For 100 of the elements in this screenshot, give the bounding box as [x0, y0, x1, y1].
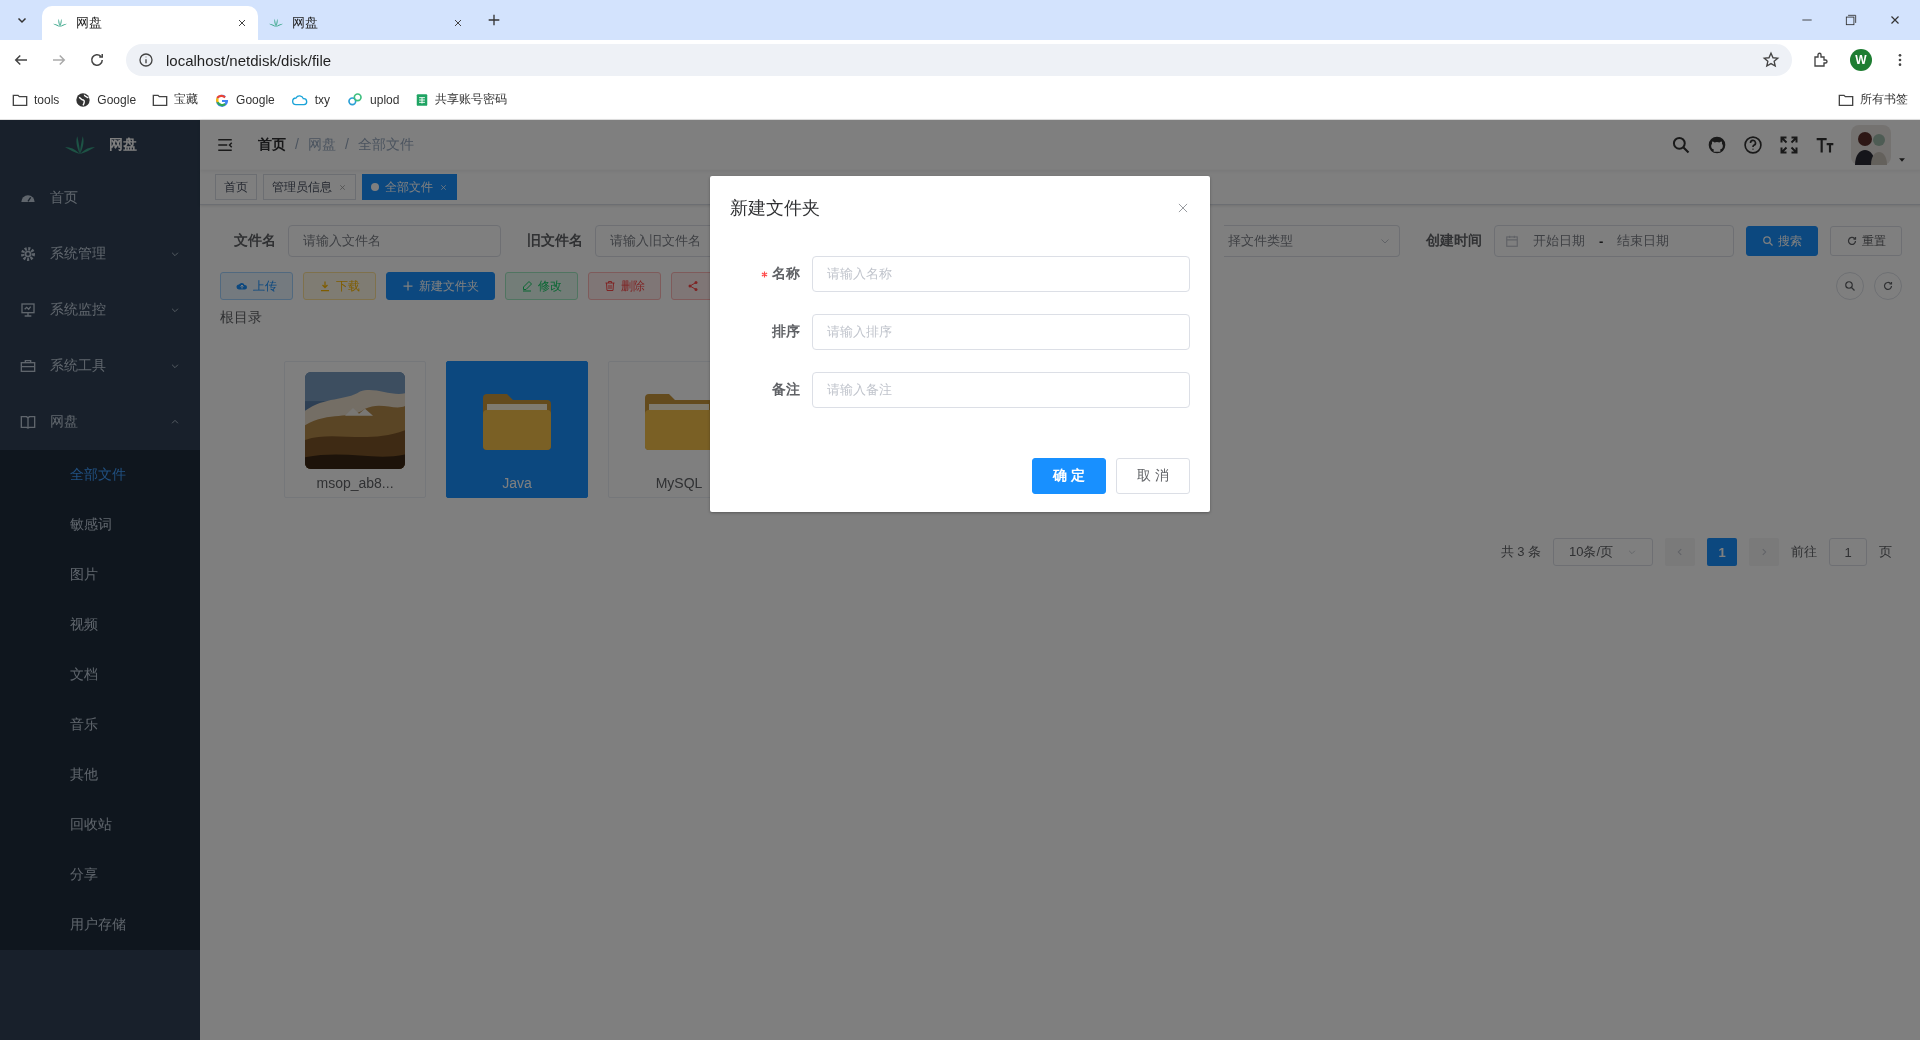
- submenu-item[interactable]: 视频: [0, 600, 200, 650]
- plus-icon[interactable]: [486, 12, 502, 28]
- fullscreen-icon[interactable]: [1779, 135, 1799, 155]
- menu-item[interactable]: 首页: [0, 170, 200, 226]
- close-icon[interactable]: [452, 17, 464, 29]
- logo-icon: [63, 134, 97, 156]
- input-field[interactable]: 请输入备注: [812, 372, 1190, 408]
- menu-item[interactable]: 系统监控: [0, 282, 200, 338]
- page-unit: 页: [1879, 543, 1892, 561]
- form-label: 名称: [772, 265, 800, 283]
- submenu-item[interactable]: 音乐: [0, 700, 200, 750]
- input-field[interactable]: 请输入名称: [812, 256, 1190, 292]
- submenu-item[interactable]: 分享: [0, 850, 200, 900]
- bookmark[interactable]: 所有书签: [1860, 91, 1908, 108]
- profile-avatar[interactable]: W: [1850, 49, 1872, 71]
- close-icon[interactable]: [236, 17, 248, 29]
- avatar[interactable]: [1851, 125, 1891, 165]
- search-field[interactable]: 请输入文件名: [288, 225, 501, 257]
- edit-button[interactable]: 修改: [505, 272, 578, 300]
- page-input[interactable]: 1: [1829, 538, 1867, 566]
- swirl-icon: [346, 91, 365, 108]
- pencil-icon: [521, 280, 533, 292]
- bookmark[interactable]: uplod: [370, 92, 400, 107]
- submenu-item[interactable]: 敏感词: [0, 500, 200, 550]
- chevron-up-icon: [170, 417, 180, 427]
- form-label: 备注: [772, 381, 800, 399]
- logo-icon: [52, 18, 68, 28]
- breadcrumb-separator: /: [344, 136, 349, 154]
- refresh-icon: [1882, 280, 1894, 292]
- cat-icon[interactable]: [1707, 135, 1727, 155]
- logo-icon: [268, 18, 284, 28]
- goto-label: 前往: [1791, 543, 1817, 561]
- app-title: 网盘: [109, 136, 137, 154]
- confirm-button[interactable]: 确 定: [1032, 458, 1107, 494]
- page-tab[interactable]: 管理员信息: [263, 174, 356, 200]
- submenu-item[interactable]: 文档: [0, 650, 200, 700]
- cloud-upload-icon: [236, 280, 248, 292]
- delete-button[interactable]: 删除: [588, 272, 661, 300]
- type-select[interactable]: 择文件类型: [1224, 225, 1400, 257]
- file-card[interactable]: msop_ab8...: [284, 361, 426, 498]
- field-label: 文件名: [233, 232, 276, 250]
- total-count: 共 3 条: [1500, 543, 1541, 561]
- search-button[interactable]: 搜索: [1746, 226, 1818, 256]
- menu-icon[interactable]: [216, 136, 234, 154]
- bookmark[interactable]: Google: [97, 92, 137, 107]
- monitor-icon: [20, 302, 36, 318]
- current-path: 根目录: [220, 309, 263, 327]
- upload-button[interactable]: 上传: [220, 272, 293, 300]
- submenu-item[interactable]: 全部文件: [0, 450, 200, 500]
- submenu-item[interactable]: 图片: [0, 550, 200, 600]
- browser-tab[interactable]: 网盘: [42, 6, 258, 40]
- cancel-button[interactable]: 取 消: [1116, 458, 1190, 494]
- address-bar[interactable]: localhost/netdisk/disk/file: [126, 44, 1792, 76]
- chevron-down-icon: [170, 361, 180, 371]
- restore-icon[interactable]: [1844, 13, 1858, 27]
- refresh-icon: [1846, 235, 1858, 247]
- page-number[interactable]: 1: [1707, 538, 1737, 566]
- bookmark[interactable]: 共享账号密码: [435, 91, 508, 108]
- refresh-button[interactable]: [1874, 272, 1902, 300]
- page-size-select[interactable]: 10条/页: [1553, 538, 1653, 566]
- date-range-picker[interactable]: 开始日期 - 结束日期: [1494, 225, 1734, 257]
- page-tab[interactable]: 全部文件: [362, 174, 457, 200]
- menu-item[interactable]: 网盘: [0, 394, 200, 450]
- search-toggle-button[interactable]: [1836, 272, 1864, 300]
- star-icon[interactable]: [1762, 51, 1780, 69]
- globe-icon: [75, 91, 92, 108]
- field-label: 旧文件名: [526, 232, 583, 250]
- menu-item[interactable]: 系统管理: [0, 226, 200, 282]
- bookmark[interactable]: txy: [314, 92, 331, 107]
- submenu-item[interactable]: 其他: [0, 750, 200, 800]
- share-icon: [687, 280, 699, 292]
- submenu-item[interactable]: 回收站: [0, 800, 200, 850]
- reload-icon[interactable]: [88, 51, 106, 69]
- new-folder-button[interactable]: 新建文件夹: [386, 272, 495, 300]
- breadcrumb-separator: /: [295, 136, 299, 154]
- browser-tab[interactable]: 网盘: [258, 6, 474, 40]
- search-icon[interactable]: [1671, 135, 1691, 155]
- download-icon: [319, 280, 331, 292]
- chevron-down-icon: [170, 305, 180, 315]
- calendar-icon: [1505, 234, 1519, 248]
- reset-button[interactable]: 重置: [1830, 226, 1902, 256]
- spreadsheet-icon: [415, 91, 430, 108]
- page-tab[interactable]: 首页: [215, 174, 257, 200]
- info-icon: [138, 52, 154, 68]
- toolbox-icon: [20, 358, 36, 374]
- text-size-icon[interactable]: [1815, 135, 1835, 155]
- bookmark[interactable]: tools: [34, 92, 60, 107]
- search-icon: [1762, 235, 1774, 247]
- puzzle-icon[interactable]: [1812, 51, 1830, 69]
- breadcrumb-item[interactable]: 首页: [258, 136, 286, 154]
- input-field[interactable]: 请输入排序: [812, 314, 1190, 350]
- bookmark[interactable]: 宝藏: [174, 91, 199, 108]
- help-icon[interactable]: [1743, 135, 1763, 155]
- file-card[interactable]: Java: [446, 361, 588, 498]
- chevron-down-icon: [170, 249, 180, 259]
- dot-icon: [371, 183, 379, 191]
- submenu-item[interactable]: 用户存储: [0, 900, 200, 950]
- bookmark[interactable]: Google: [236, 92, 275, 107]
- menu-item[interactable]: 系统工具: [0, 338, 200, 394]
- gear-icon: [20, 246, 36, 262]
